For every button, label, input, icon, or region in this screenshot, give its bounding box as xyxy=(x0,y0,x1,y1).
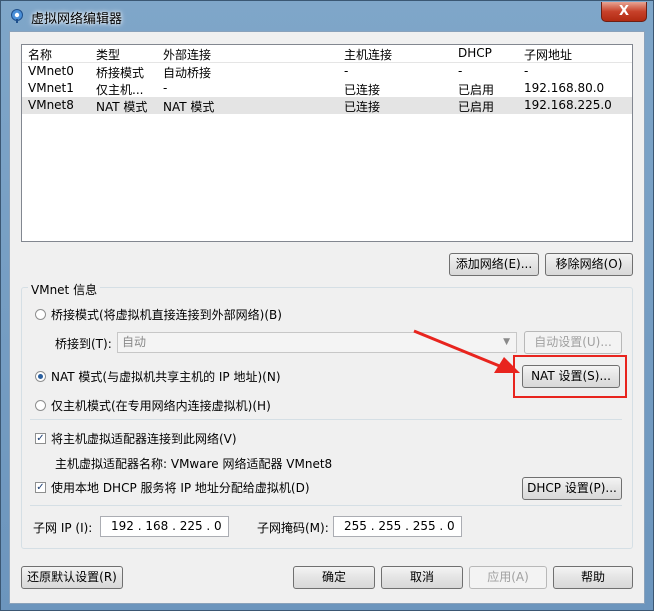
subnet-mask-label: 子网掩码(M): xyxy=(257,521,329,535)
cell-name: VMnet8 xyxy=(28,98,74,112)
apply-button[interactable]: 应用(A) xyxy=(469,566,547,589)
cell-subnet: 192.168.80.0 xyxy=(524,81,605,95)
subnet-mask-input[interactable]: 255 . 255 . 255 . 0 xyxy=(333,516,462,537)
bridged-mode-radio[interactable] xyxy=(35,309,46,320)
connect-adapter-checkbox[interactable]: ✓ xyxy=(35,433,46,444)
bridged-to-value: 自动 xyxy=(122,335,147,349)
vmnet-info-label: VMnet 信息 xyxy=(28,281,101,298)
host-only-mode-radio[interactable] xyxy=(35,400,46,411)
bridged-to-label: 桥接到(T): xyxy=(55,337,112,351)
annotation-arrow-icon xyxy=(413,329,520,373)
cell-dhcp: 已启用 xyxy=(458,100,495,114)
host-only-mode-label[interactable]: 仅主机模式(在专用网络内连接虚拟机)(H) xyxy=(51,397,271,414)
dialog-client-area: 名称 类型 外部连接 主机连接 DHCP 子网地址 VMnet0 桥接模式 自动… xyxy=(9,31,645,604)
column-header-name[interactable]: 名称 xyxy=(28,46,52,63)
use-dhcp-checkbox[interactable]: ✓ xyxy=(35,482,46,493)
vmnet-info-group xyxy=(21,287,633,549)
window-title: 虚拟网络编辑器 xyxy=(31,12,123,27)
cancel-button[interactable]: 取消 xyxy=(381,566,463,589)
bridged-mode-label[interactable]: 桥接模式(将虚拟机直接连接到外部网络)(B) xyxy=(51,306,282,323)
annotation-highlight-box xyxy=(513,355,627,398)
section-divider xyxy=(30,505,622,506)
nat-mode-radio[interactable] xyxy=(35,371,46,382)
column-header-type[interactable]: 类型 xyxy=(96,46,120,63)
close-button[interactable]: X xyxy=(601,2,647,22)
ok-button[interactable]: 确定 xyxy=(293,566,375,589)
cell-subnet: 192.168.225.0 xyxy=(524,98,612,112)
cell-external: NAT 模式 xyxy=(163,100,215,114)
app-icon xyxy=(11,9,23,23)
cell-name: VMnet0 xyxy=(28,64,74,78)
help-button[interactable]: 帮助 xyxy=(553,566,633,589)
virtual-network-editor-window: 虚拟网络编辑器 X 名称 类型 外部连接 主机连接 DHCP 子网地址 VMne… xyxy=(0,0,654,611)
network-list[interactable]: 名称 类型 外部连接 主机连接 DHCP 子网地址 VMnet0 桥接模式 自动… xyxy=(21,44,633,242)
table-row-selected[interactable]: VMnet8 NAT 模式 NAT 模式 已连接 已启用 192.168.225… xyxy=(22,97,632,114)
cell-host: 已连接 xyxy=(344,83,381,97)
cell-type: NAT 模式 xyxy=(96,100,148,114)
nat-mode-label[interactable]: NAT 模式(与虚拟机共享主机的 IP 地址)(N) xyxy=(51,368,281,385)
table-row[interactable]: VMnet1 仅主机... - 已连接 已启用 192.168.80.0 xyxy=(22,80,632,97)
restore-defaults-button[interactable]: 还原默认设置(R) xyxy=(21,566,123,589)
cell-type: 仅主机... xyxy=(96,83,144,97)
column-header-external[interactable]: 外部连接 xyxy=(163,46,211,63)
connect-adapter-label[interactable]: 将主机虚拟适配器连接到此网络(V) xyxy=(51,430,237,447)
network-list-header: 名称 类型 外部连接 主机连接 DHCP 子网地址 xyxy=(22,45,632,63)
cell-dhcp: 已启用 xyxy=(458,83,495,97)
subnet-ip-input[interactable]: 192 . 168 . 225 . 0 xyxy=(100,516,229,537)
section-divider xyxy=(30,419,622,420)
remove-network-button[interactable]: 移除网络(O) xyxy=(545,253,633,276)
adapter-name-text: 主机虚拟适配器名称: VMware 网络适配器 VMnet8 xyxy=(55,457,333,471)
cell-subnet: - xyxy=(524,64,529,78)
table-row[interactable]: VMnet0 桥接模式 自动桥接 - - - xyxy=(22,63,632,80)
column-header-dhcp[interactable]: DHCP xyxy=(458,46,492,60)
column-header-host[interactable]: 主机连接 xyxy=(344,46,392,63)
subnet-ip-label: 子网 IP (I): xyxy=(33,521,93,535)
cell-host: - xyxy=(344,64,349,78)
cell-external: - xyxy=(163,81,168,95)
cell-dhcp: - xyxy=(458,64,463,78)
add-network-button[interactable]: 添加网络(E)... xyxy=(449,253,539,276)
cell-host: 已连接 xyxy=(344,100,381,114)
cell-name: VMnet1 xyxy=(28,81,74,95)
auto-settings-button[interactable]: 自动设置(U)... xyxy=(524,331,622,354)
use-dhcp-label[interactable]: 使用本地 DHCP 服务将 IP 地址分配给虚拟机(D) xyxy=(51,479,310,496)
dhcp-settings-button[interactable]: DHCP 设置(P)... xyxy=(522,477,622,500)
column-header-subnet[interactable]: 子网地址 xyxy=(524,46,572,63)
cell-type: 桥接模式 xyxy=(96,66,145,80)
cell-external: 自动桥接 xyxy=(163,66,212,80)
title-bar[interactable]: 虚拟网络编辑器 X xyxy=(1,1,653,31)
